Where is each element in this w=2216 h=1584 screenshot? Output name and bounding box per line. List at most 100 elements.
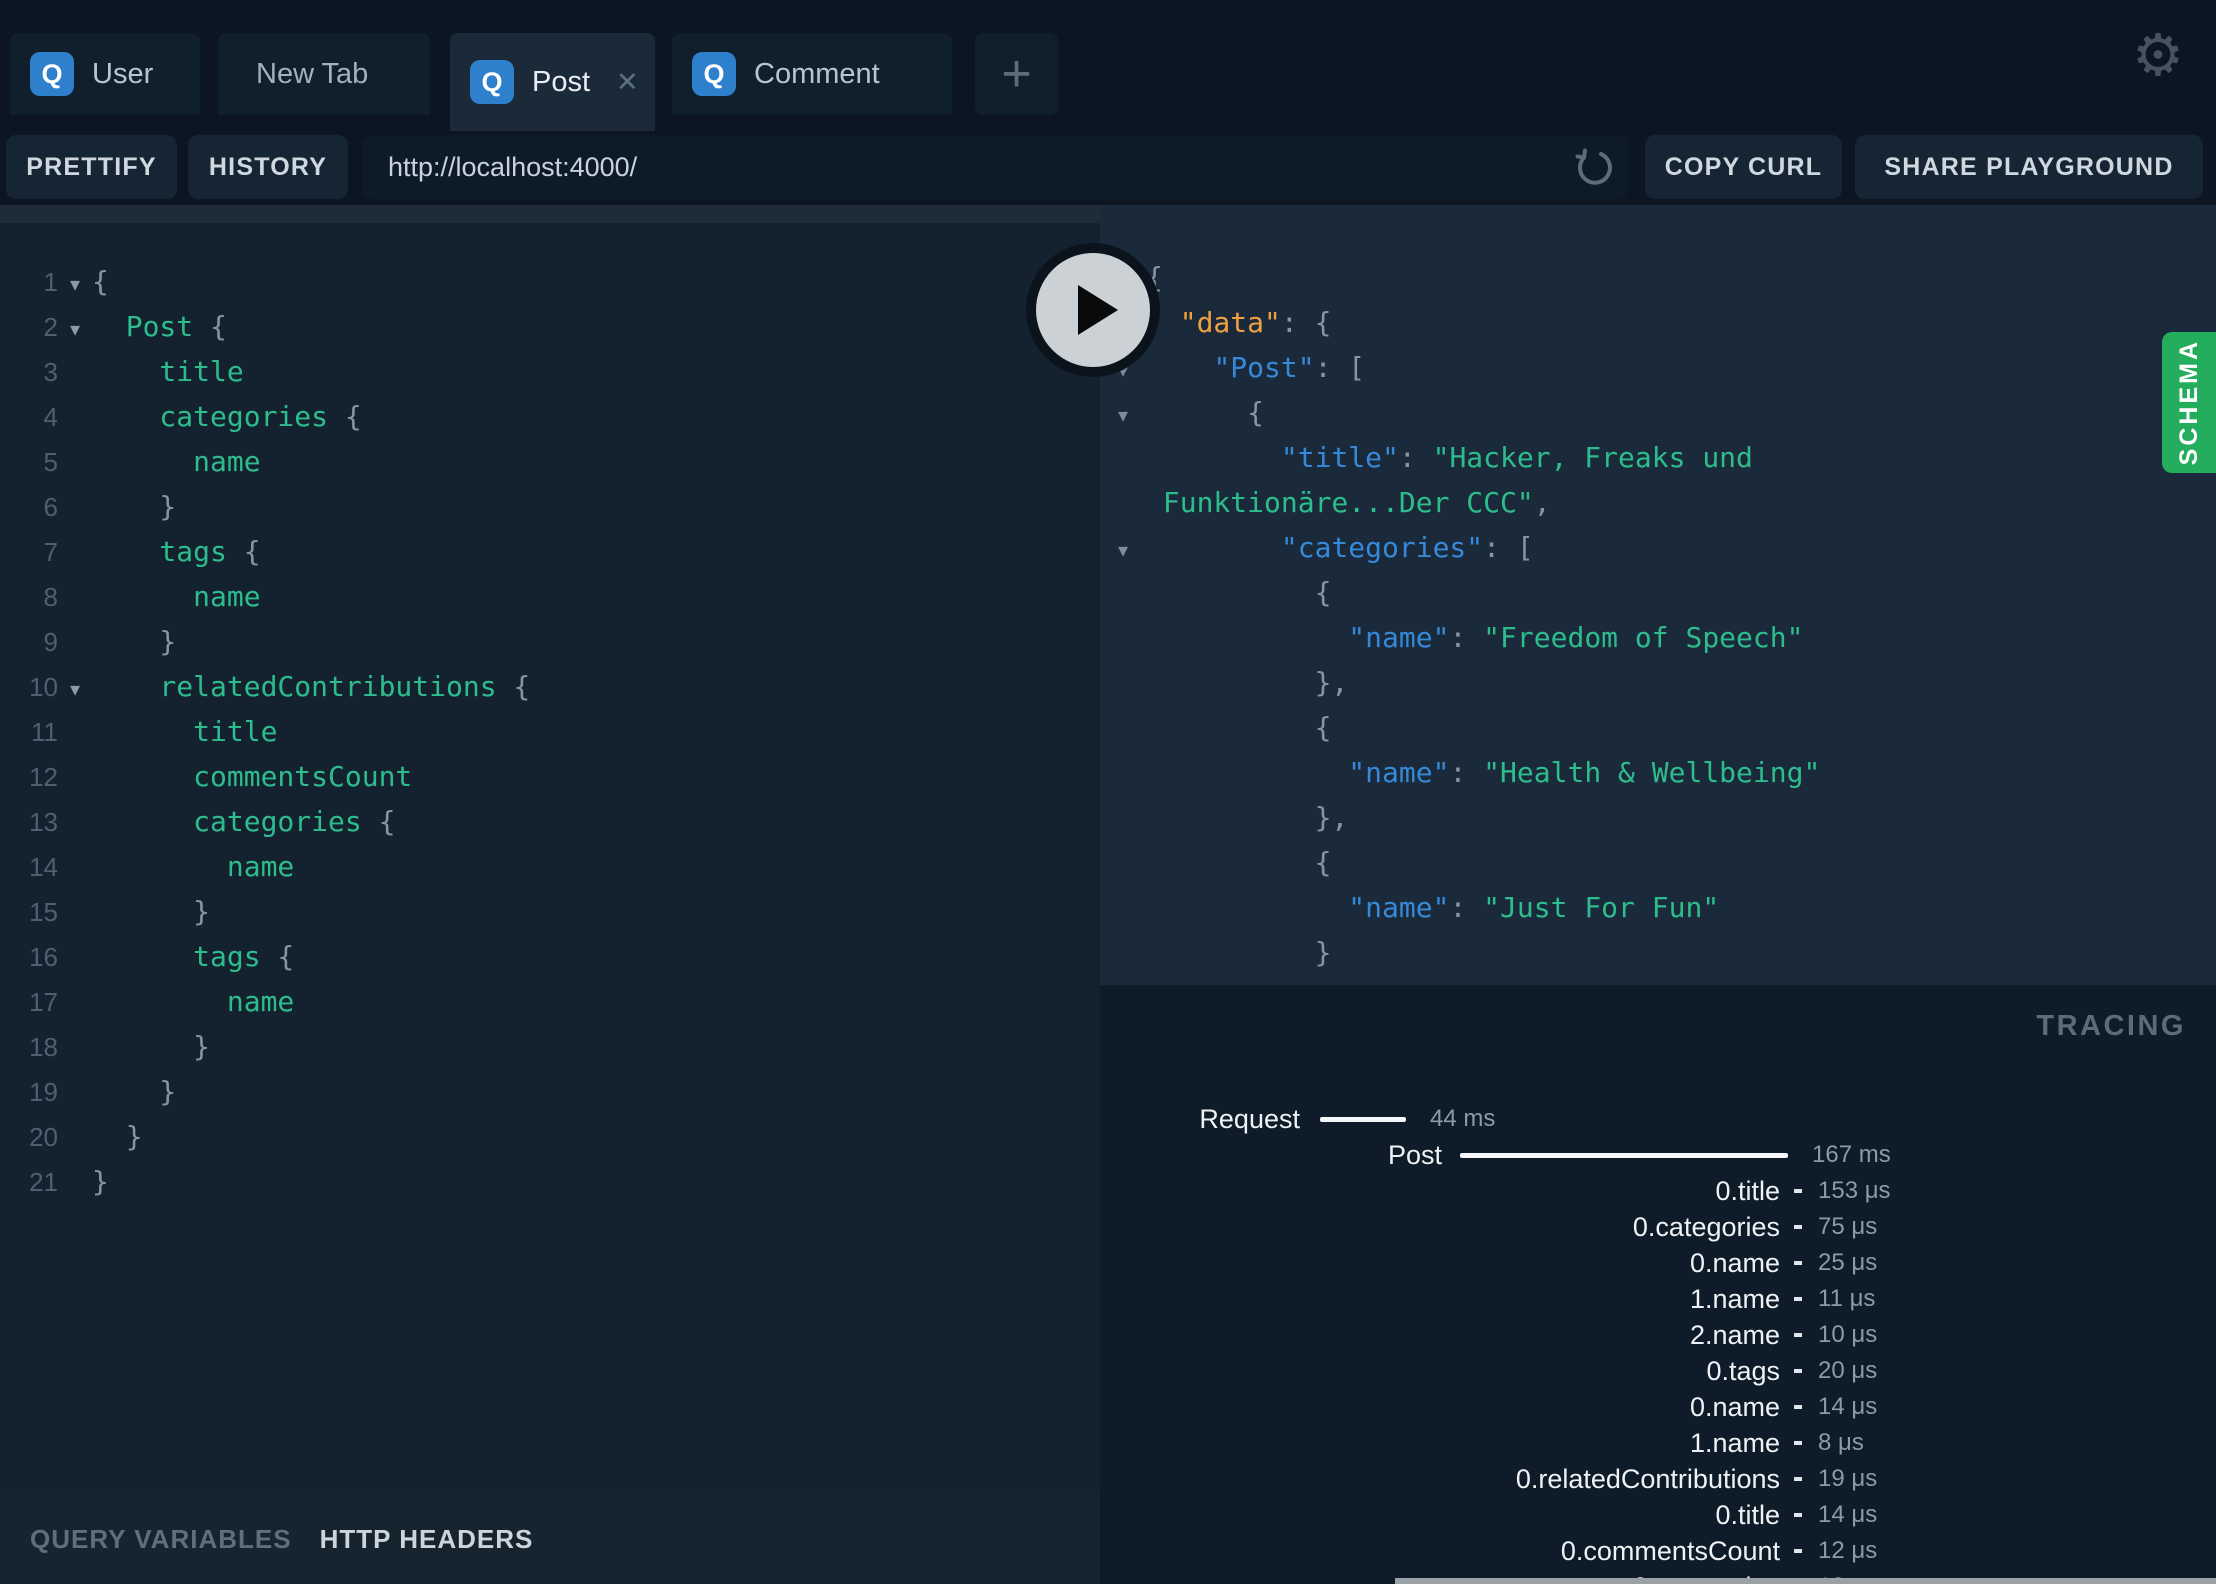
code-line: 13 categories { bbox=[0, 799, 1100, 844]
trace-dash bbox=[1794, 1405, 1802, 1409]
play-icon bbox=[1078, 285, 1118, 335]
response-line: ] bbox=[1112, 975, 2216, 985]
fold-arrow-icon[interactable]: ▾ bbox=[1112, 393, 1146, 438]
tab-new-tab[interactable]: New Tab bbox=[218, 33, 430, 115]
line-number: 5 bbox=[43, 447, 58, 477]
trace-dash bbox=[1794, 1549, 1802, 1553]
code-line: 8 name bbox=[0, 574, 1100, 619]
line-number: 20 bbox=[29, 1122, 58, 1152]
trace-dash bbox=[1794, 1189, 1802, 1193]
response-viewer: ▾{▾ "data": {▾ "Post": [▾ { "title": "Ha… bbox=[1100, 205, 2216, 985]
settings-gear-icon[interactable]: ⚙ bbox=[2132, 26, 2184, 84]
trace-dash bbox=[1794, 1513, 1802, 1517]
line-number: 19 bbox=[29, 1077, 58, 1107]
line-number: 14 bbox=[29, 852, 58, 882]
trace-bar bbox=[1320, 1116, 1406, 1122]
http-headers-tab[interactable]: HTTP HEADERS bbox=[320, 1524, 534, 1555]
code-line: 12 commentsCount bbox=[0, 754, 1100, 799]
prettify-button[interactable]: PRETTIFY bbox=[6, 135, 177, 199]
trace-field-row: 0.name 25 μs bbox=[1689, 1247, 1878, 1278]
code-line: 2 ▾ Post { bbox=[0, 304, 1100, 349]
response-line: }, bbox=[1146, 666, 1349, 699]
copy-curl-button[interactable]: COPY CURL bbox=[1645, 135, 1842, 199]
response-line: ▾ "Post": [ bbox=[1112, 345, 2216, 390]
response-line: } bbox=[1146, 936, 1332, 969]
trace-post-row: Post 167 ms bbox=[1387, 1139, 1891, 1170]
tab-user-label: User bbox=[92, 57, 154, 90]
trace-field-row: 0.tags 20 μs bbox=[1706, 1355, 1878, 1386]
code-line: 3 title bbox=[0, 349, 1100, 394]
line-number: 1 bbox=[43, 267, 58, 297]
execute-query-button[interactable] bbox=[1026, 243, 1160, 377]
line-number: 12 bbox=[29, 762, 58, 792]
line-number: 9 bbox=[43, 627, 58, 657]
tracing-panel: TRACING Request 44 ms Post 167 ms 0.titl… bbox=[1100, 985, 2216, 1584]
response-line: { bbox=[1146, 576, 1332, 609]
trace-field-row: 1.name 8 μs bbox=[1689, 1427, 1864, 1458]
share-playground-button[interactable]: SHARE PLAYGROUND bbox=[1855, 135, 2203, 199]
endpoint-url-input[interactable] bbox=[362, 135, 1628, 199]
response-line: { bbox=[1146, 846, 1332, 879]
line-number: 3 bbox=[43, 357, 58, 387]
line-number: 17 bbox=[29, 987, 58, 1017]
code-line: 19 } bbox=[0, 1069, 1100, 1114]
trace-field-row: 0.name 14 μs bbox=[1689, 1391, 1878, 1422]
line-number: 11 bbox=[31, 717, 58, 747]
tracing-title: TRACING bbox=[2036, 1010, 2186, 1042]
response-line: "title": "Hacker, Freaks und bbox=[1280, 441, 1753, 474]
response-line: }, bbox=[1146, 801, 1349, 834]
add-tab-button[interactable]: + bbox=[975, 33, 1058, 115]
fold-arrow-icon[interactable]: ▾ bbox=[58, 307, 92, 352]
trace-dash bbox=[1794, 1369, 1802, 1373]
schema-sidebar-tab[interactable]: SCHEMA bbox=[2162, 332, 2216, 473]
line-number: 4 bbox=[43, 402, 58, 432]
line-number: 15 bbox=[29, 897, 58, 927]
tab-post-label: Post bbox=[532, 65, 591, 98]
code-line: 11 title bbox=[0, 709, 1100, 754]
tab-user[interactable]: Q User bbox=[10, 33, 200, 115]
tracing-rows: Request 44 ms Post 167 ms 0.title 153 μs… bbox=[1100, 1101, 2216, 1584]
line-number: 7 bbox=[43, 537, 58, 567]
trace-dash bbox=[1794, 1477, 1802, 1481]
response-line: ▾{ bbox=[1112, 255, 2216, 300]
line-number: 21 bbox=[29, 1167, 58, 1197]
trace-dash bbox=[1794, 1441, 1802, 1445]
schema-tab-label: SCHEMA bbox=[2174, 339, 2203, 466]
tab-post[interactable]: Q Post ✕ bbox=[450, 33, 655, 131]
line-number: 2 bbox=[43, 312, 58, 342]
line-number: 18 bbox=[29, 1032, 58, 1062]
code-line: 9 } bbox=[0, 619, 1100, 664]
response-line: ▾ "categories": [ bbox=[1112, 525, 2216, 570]
trace-field-row: 0.relatedContributions 19 μs bbox=[1515, 1463, 1878, 1494]
query-badge-icon: Q bbox=[30, 52, 74, 96]
code-line: 21} bbox=[0, 1159, 1100, 1204]
line-number: 10 bbox=[29, 672, 58, 702]
response-line: ▾ { bbox=[1112, 390, 2216, 435]
graphql-playground-window: Q User New Tab Q Post ✕ Q Comment + ⚙ PR… bbox=[0, 0, 2216, 1584]
trace-bar bbox=[1460, 1152, 1788, 1158]
horizontal-scrollbar[interactable] bbox=[1395, 1578, 2216, 1584]
reload-schema-icon[interactable] bbox=[1570, 144, 1616, 190]
tab-comment-label: Comment bbox=[754, 57, 880, 90]
response-line: "name": "Health & Wellbeing" bbox=[1348, 756, 1821, 789]
history-button[interactable]: HISTORY bbox=[188, 135, 348, 199]
code-line: 20 } bbox=[0, 1114, 1100, 1159]
tab-new-tab-label: New Tab bbox=[256, 57, 369, 90]
tab-comment[interactable]: Q Comment bbox=[672, 33, 952, 115]
trace-field-row: 0.title 153 μs bbox=[1715, 1175, 1891, 1206]
response-line: ▾ "data": { bbox=[1112, 300, 2216, 345]
close-tab-icon[interactable]: ✕ bbox=[616, 67, 639, 98]
trace-field-row: 0.commentsCount 12 μs bbox=[1560, 1535, 1878, 1566]
trace-field-row: 1.name 11 μs bbox=[1689, 1283, 1876, 1314]
query-editor[interactable]: 1 ▾{2 ▾ Post {3 title 4 categories {5 name 6… bbox=[0, 223, 1100, 1495]
query-variables-tab[interactable]: QUERY VARIABLES bbox=[30, 1524, 292, 1555]
line-number: 8 bbox=[43, 582, 58, 612]
fold-arrow-icon[interactable]: ▾ bbox=[58, 262, 92, 307]
code-line: 18 } bbox=[0, 1024, 1100, 1069]
line-number: 16 bbox=[29, 942, 58, 972]
response-line: { bbox=[1146, 711, 1332, 744]
code-line: 16 tags { bbox=[0, 934, 1100, 979]
fold-arrow-icon[interactable]: ▾ bbox=[58, 667, 92, 712]
code-line: 5 name bbox=[0, 439, 1100, 484]
fold-arrow-icon[interactable]: ▾ bbox=[1112, 528, 1146, 573]
